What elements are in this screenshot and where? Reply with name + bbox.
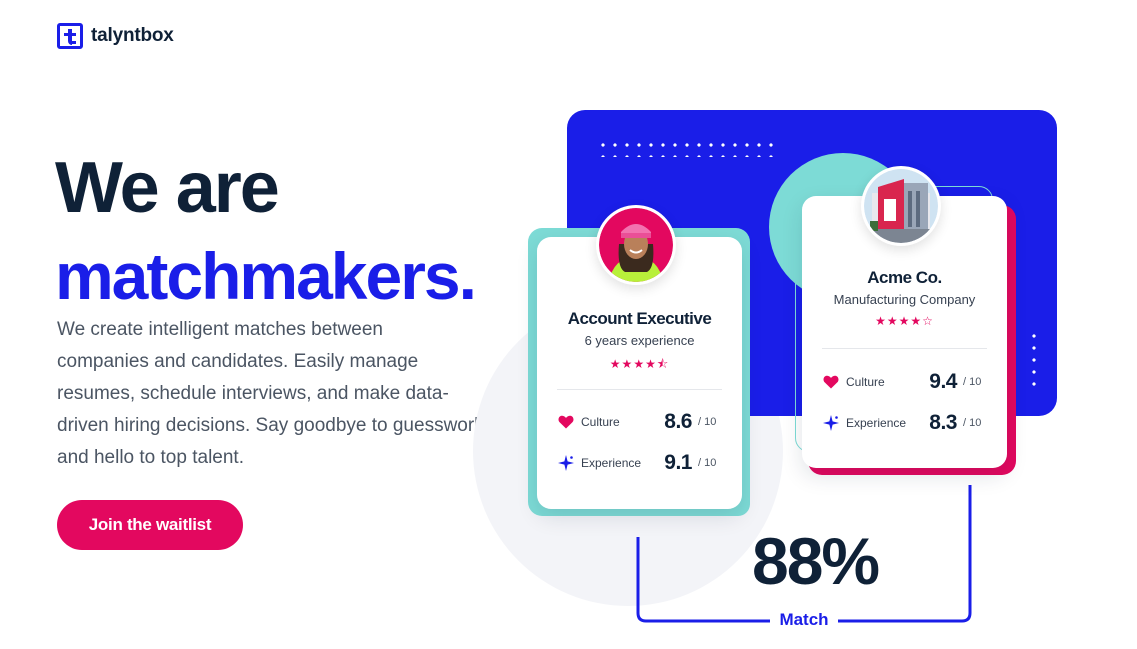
metric-denominator: / 10 bbox=[963, 417, 982, 429]
company-stars: ★★★★☆ bbox=[875, 314, 934, 328]
company-subtitle: Manufacturing Company bbox=[833, 292, 976, 307]
metric-score: 9.4 bbox=[929, 370, 957, 393]
hero-description-line: resumes, schedule interviews, and make d… bbox=[57, 383, 449, 404]
company-title: Acme Co. bbox=[867, 268, 942, 287]
metric-label: Experience bbox=[581, 456, 642, 470]
candidate-avatar bbox=[596, 205, 676, 285]
metric-score: 8.3 bbox=[929, 411, 957, 434]
metric-denominator: / 10 bbox=[963, 376, 982, 388]
hero-title-line2: matchmakers. bbox=[55, 239, 477, 313]
logo-icon bbox=[57, 23, 83, 49]
decor-dots-column bbox=[1028, 330, 1040, 390]
card-divider bbox=[557, 389, 722, 390]
hero-description-line: We create intelligent matches between bbox=[57, 319, 383, 340]
brand-logo[interactable]: talyntbox bbox=[57, 23, 174, 49]
sparkle-icon bbox=[557, 454, 575, 472]
candidate-metric-culture: Culture 8.6 / 10 bbox=[557, 409, 722, 435]
heart-icon bbox=[822, 373, 840, 391]
metric-label: Culture bbox=[846, 375, 885, 389]
match-label: Match bbox=[770, 609, 838, 631]
company-metric-experience: Experience 8.3 / 10 bbox=[822, 410, 987, 436]
hero-description-line: driven hiring decisions. Say goodbye to … bbox=[57, 415, 477, 436]
company-avatar bbox=[861, 166, 941, 246]
match-percent: 88% bbox=[752, 524, 880, 598]
metric-denominator: / 10 bbox=[698, 457, 717, 469]
metric-label: Culture bbox=[581, 415, 620, 429]
hero-description-line: companies and candidates. Easily manage bbox=[57, 351, 419, 372]
candidate-stars: ★★★★⯪ bbox=[609, 357, 670, 371]
hero-description-line: and hello to top talent. bbox=[57, 447, 244, 468]
decor-dots-row bbox=[597, 139, 775, 157]
metric-score: 9.1 bbox=[664, 451, 692, 474]
candidate-title: Account Executive bbox=[567, 309, 712, 328]
sparkle-icon bbox=[822, 414, 840, 432]
candidate-subtitle: 6 years experience bbox=[584, 333, 695, 348]
metric-label: Experience bbox=[846, 416, 907, 430]
metric-denominator: / 10 bbox=[698, 416, 717, 428]
brand-name: talyntbox bbox=[91, 25, 174, 46]
candidate-metric-experience: Experience 9.1 / 10 bbox=[557, 450, 722, 476]
hero-description: We create intelligent matches between co… bbox=[57, 314, 477, 474]
heart-icon bbox=[557, 413, 575, 431]
join-waitlist-button[interactable]: Join the waitlist bbox=[57, 500, 243, 550]
card-divider bbox=[822, 348, 987, 349]
metric-score: 8.6 bbox=[664, 410, 692, 433]
company-metric-culture: Culture 9.4 / 10 bbox=[822, 369, 987, 395]
hero-title-line1: We are bbox=[55, 148, 280, 228]
